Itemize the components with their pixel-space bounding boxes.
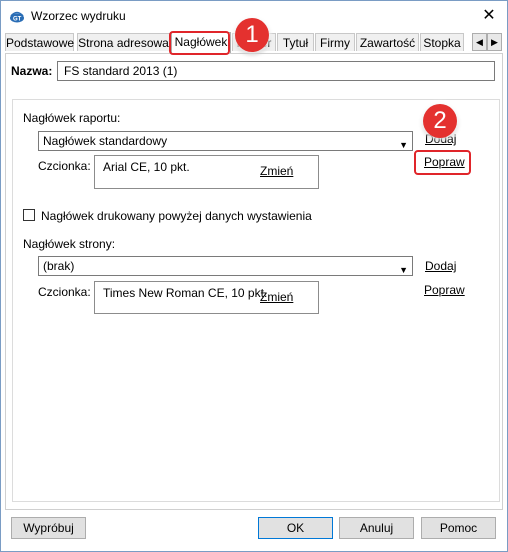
page-header-select[interactable]: (brak) ▼ (38, 256, 413, 276)
tab-strona-adresowa[interactable]: Strona adresowa (77, 33, 170, 51)
print-above-checkbox[interactable] (23, 209, 35, 221)
step-marker-2: 2 (423, 104, 457, 138)
ok-button[interactable]: OK (258, 517, 333, 539)
close-button[interactable]: ✕ (475, 4, 503, 28)
cancel-button[interactable]: Anuluj (339, 517, 414, 539)
print-above-label: Nagłówek drukowany powyżej danych wystaw… (41, 209, 312, 223)
tab-tytul[interactable]: Tytuł (277, 33, 314, 51)
page-header-selected: (brak) (43, 259, 75, 273)
report-header-font-value: Arial CE, 10 pkt. (103, 160, 190, 174)
dialog-window: GT Wzorzec wydruku ✕ Podstawowe Strona a… (0, 0, 508, 552)
tab-scroll-right-button[interactable]: ▶ (487, 33, 502, 51)
step-marker-1: 1 (235, 18, 269, 52)
tab-podstawowe[interactable]: Podstawowe (5, 33, 74, 51)
report-header-label: Nagłówek raportu: (23, 111, 121, 125)
page-header-add-link[interactable]: Dodaj (425, 259, 456, 273)
report-header-font-label: Czcionka: (38, 159, 91, 173)
name-label: Nazwa: (11, 64, 53, 78)
page-header-font-box: Times New Roman CE, 10 pkt. Zmień (94, 281, 319, 314)
dialog-footer: Wypróbuj OK Anuluj Pomoc (1, 510, 507, 551)
page-header-label: Nagłówek strony: (23, 237, 116, 251)
tab-scroll-left-button[interactable]: ◀ (472, 33, 487, 51)
report-header-select[interactable]: Nagłówek standardowy ▼ (38, 131, 413, 151)
arrow-right-icon: ▶ (491, 37, 498, 47)
help-button[interactable]: Pomoc (421, 517, 496, 539)
svg-text:GT: GT (13, 17, 22, 23)
report-header-change-link[interactable]: Zmień (260, 164, 293, 178)
close-icon: ✕ (482, 7, 496, 24)
preview-button[interactable]: Wypróbuj (11, 517, 86, 539)
tab-firmy[interactable]: Firmy (315, 33, 355, 51)
arrow-left-icon: ◀ (476, 37, 483, 47)
page-header-edit-link[interactable]: Popraw (424, 283, 465, 297)
tab-highlight (169, 31, 230, 55)
tab-zawartosc[interactable]: Zawartość (356, 33, 419, 51)
chevron-down-icon: ▼ (399, 265, 408, 275)
page-header-font-label: Czcionka: (38, 285, 91, 299)
page-header-change-link[interactable]: Zmień (260, 290, 293, 304)
edit-link-highlight (414, 150, 471, 175)
window-title: Wzorzec wydruku (31, 9, 126, 23)
report-header-font-box: Arial CE, 10 pkt. Zmień (94, 155, 319, 189)
report-header-selected: Nagłówek standardowy (43, 134, 168, 148)
tab-stopka[interactable]: Stopka (420, 33, 464, 51)
app-logo-icon: GT (10, 11, 24, 23)
chevron-down-icon: ▼ (399, 140, 408, 150)
page-header-font-value: Times New Roman CE, 10 pkt. (103, 286, 268, 300)
name-field[interactable]: FS standard 2013 (1) (57, 61, 495, 81)
